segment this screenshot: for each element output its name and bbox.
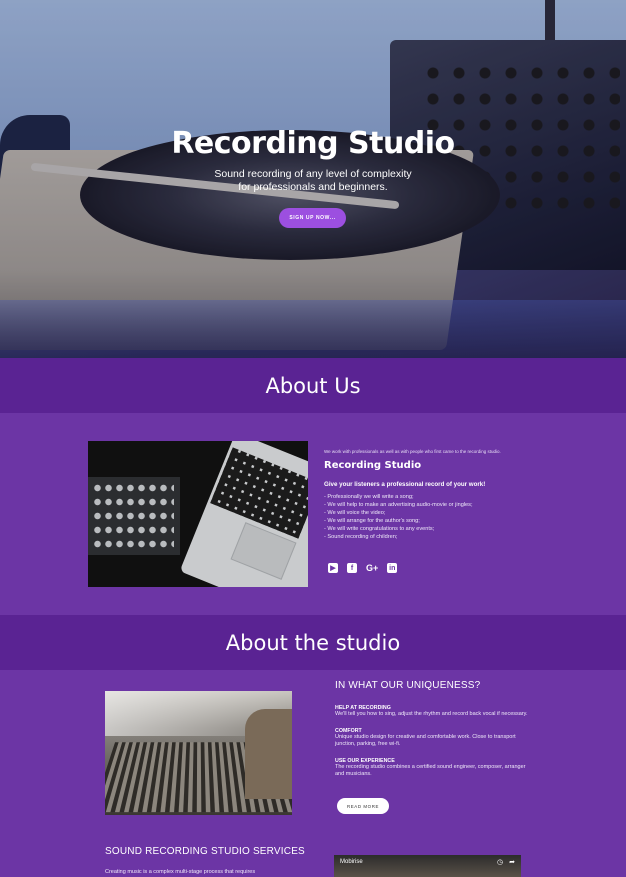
image-mixer-knob-row (92, 511, 174, 521)
video-title: Mobirise (340, 859, 363, 865)
hero-section: Recording Studio Sound recording of any … (0, 0, 626, 358)
about-studio-heading: About the studio (225, 630, 401, 655)
about-us-text: We work with professionals as well as wi… (324, 449, 554, 542)
studio-console-image (105, 691, 292, 815)
list-item: - We will arrange for the author's song; (324, 518, 420, 525)
list-item: - Professionally we will write a song; (324, 494, 414, 500)
sign-up-button[interactable]: SIGN UP NOW... (279, 208, 346, 228)
image-mixer-knob-row (92, 525, 174, 535)
about-us-header-band: About Us (0, 358, 626, 413)
list-item: - Sound recording of children; (324, 534, 398, 541)
services-text: Creating music is a complex multi-stage … (105, 869, 256, 875)
uniqueness-title: IN WHAT OUR UNIQUENESS? (335, 680, 481, 691)
video-player[interactable]: Mobirise ◷ ➦ (334, 855, 521, 877)
hero-subtitle-line2: for professionals and beginners. (238, 181, 388, 193)
clock-icon[interactable]: ◷ (497, 858, 503, 866)
list-item: - We will voice the video; (324, 510, 386, 517)
list-item: - We will help to make an advertising au… (324, 502, 473, 509)
list-item: - We will write congratulations to any e… (324, 526, 435, 533)
share-icon[interactable]: ➦ (509, 858, 515, 866)
services-title: SOUND RECORDING STUDIO SERVICES (105, 846, 305, 857)
about-us-intro: We work with professionals as well as wi… (324, 449, 501, 454)
youtube-icon[interactable]: ▶ (328, 563, 338, 573)
feature-text: Unique studio design for creative and co… (335, 733, 516, 748)
image-mixer-knob-row (92, 483, 174, 493)
video-controls: ◷ ➦ (497, 858, 515, 866)
image-mixer-knob-row (92, 497, 174, 507)
hero-subtitle-line1: Sound recording of any level of complexi… (214, 168, 412, 180)
image-sound-engineer (245, 709, 292, 799)
hero-subtitle: Sound recording of any level of complexi… (163, 168, 463, 194)
linkedin-icon[interactable]: in (387, 563, 398, 573)
image-mixer-knob-row (92, 539, 174, 549)
google-plus-icon[interactable]: G+ (366, 563, 378, 573)
read-more-button[interactable]: READ MORE (337, 798, 389, 814)
facebook-icon[interactable]: f (347, 563, 357, 573)
uniqueness-block: IN WHAT OUR UNIQUENESS? HELP AT RECORDIN… (335, 680, 535, 779)
about-us-heading: About Us (265, 373, 361, 398)
hero-title: Recording Studio (171, 126, 455, 161)
about-studio-header-band: About the studio (0, 615, 626, 670)
mixer-laptop-image (88, 441, 308, 587)
about-us-lead: Give your listeners a professional recor… (324, 481, 486, 488)
services-list: - Professionally we will write a song; -… (324, 493, 554, 542)
about-us-name: Recording Studio (324, 460, 422, 471)
feature-text: The recording studio combines a certifie… (335, 763, 526, 778)
image-mixer (88, 477, 180, 555)
feature-text: We'll tell you how to sing, adjust the r… (335, 711, 528, 717)
social-links: ▶ f G+ in (328, 563, 398, 573)
